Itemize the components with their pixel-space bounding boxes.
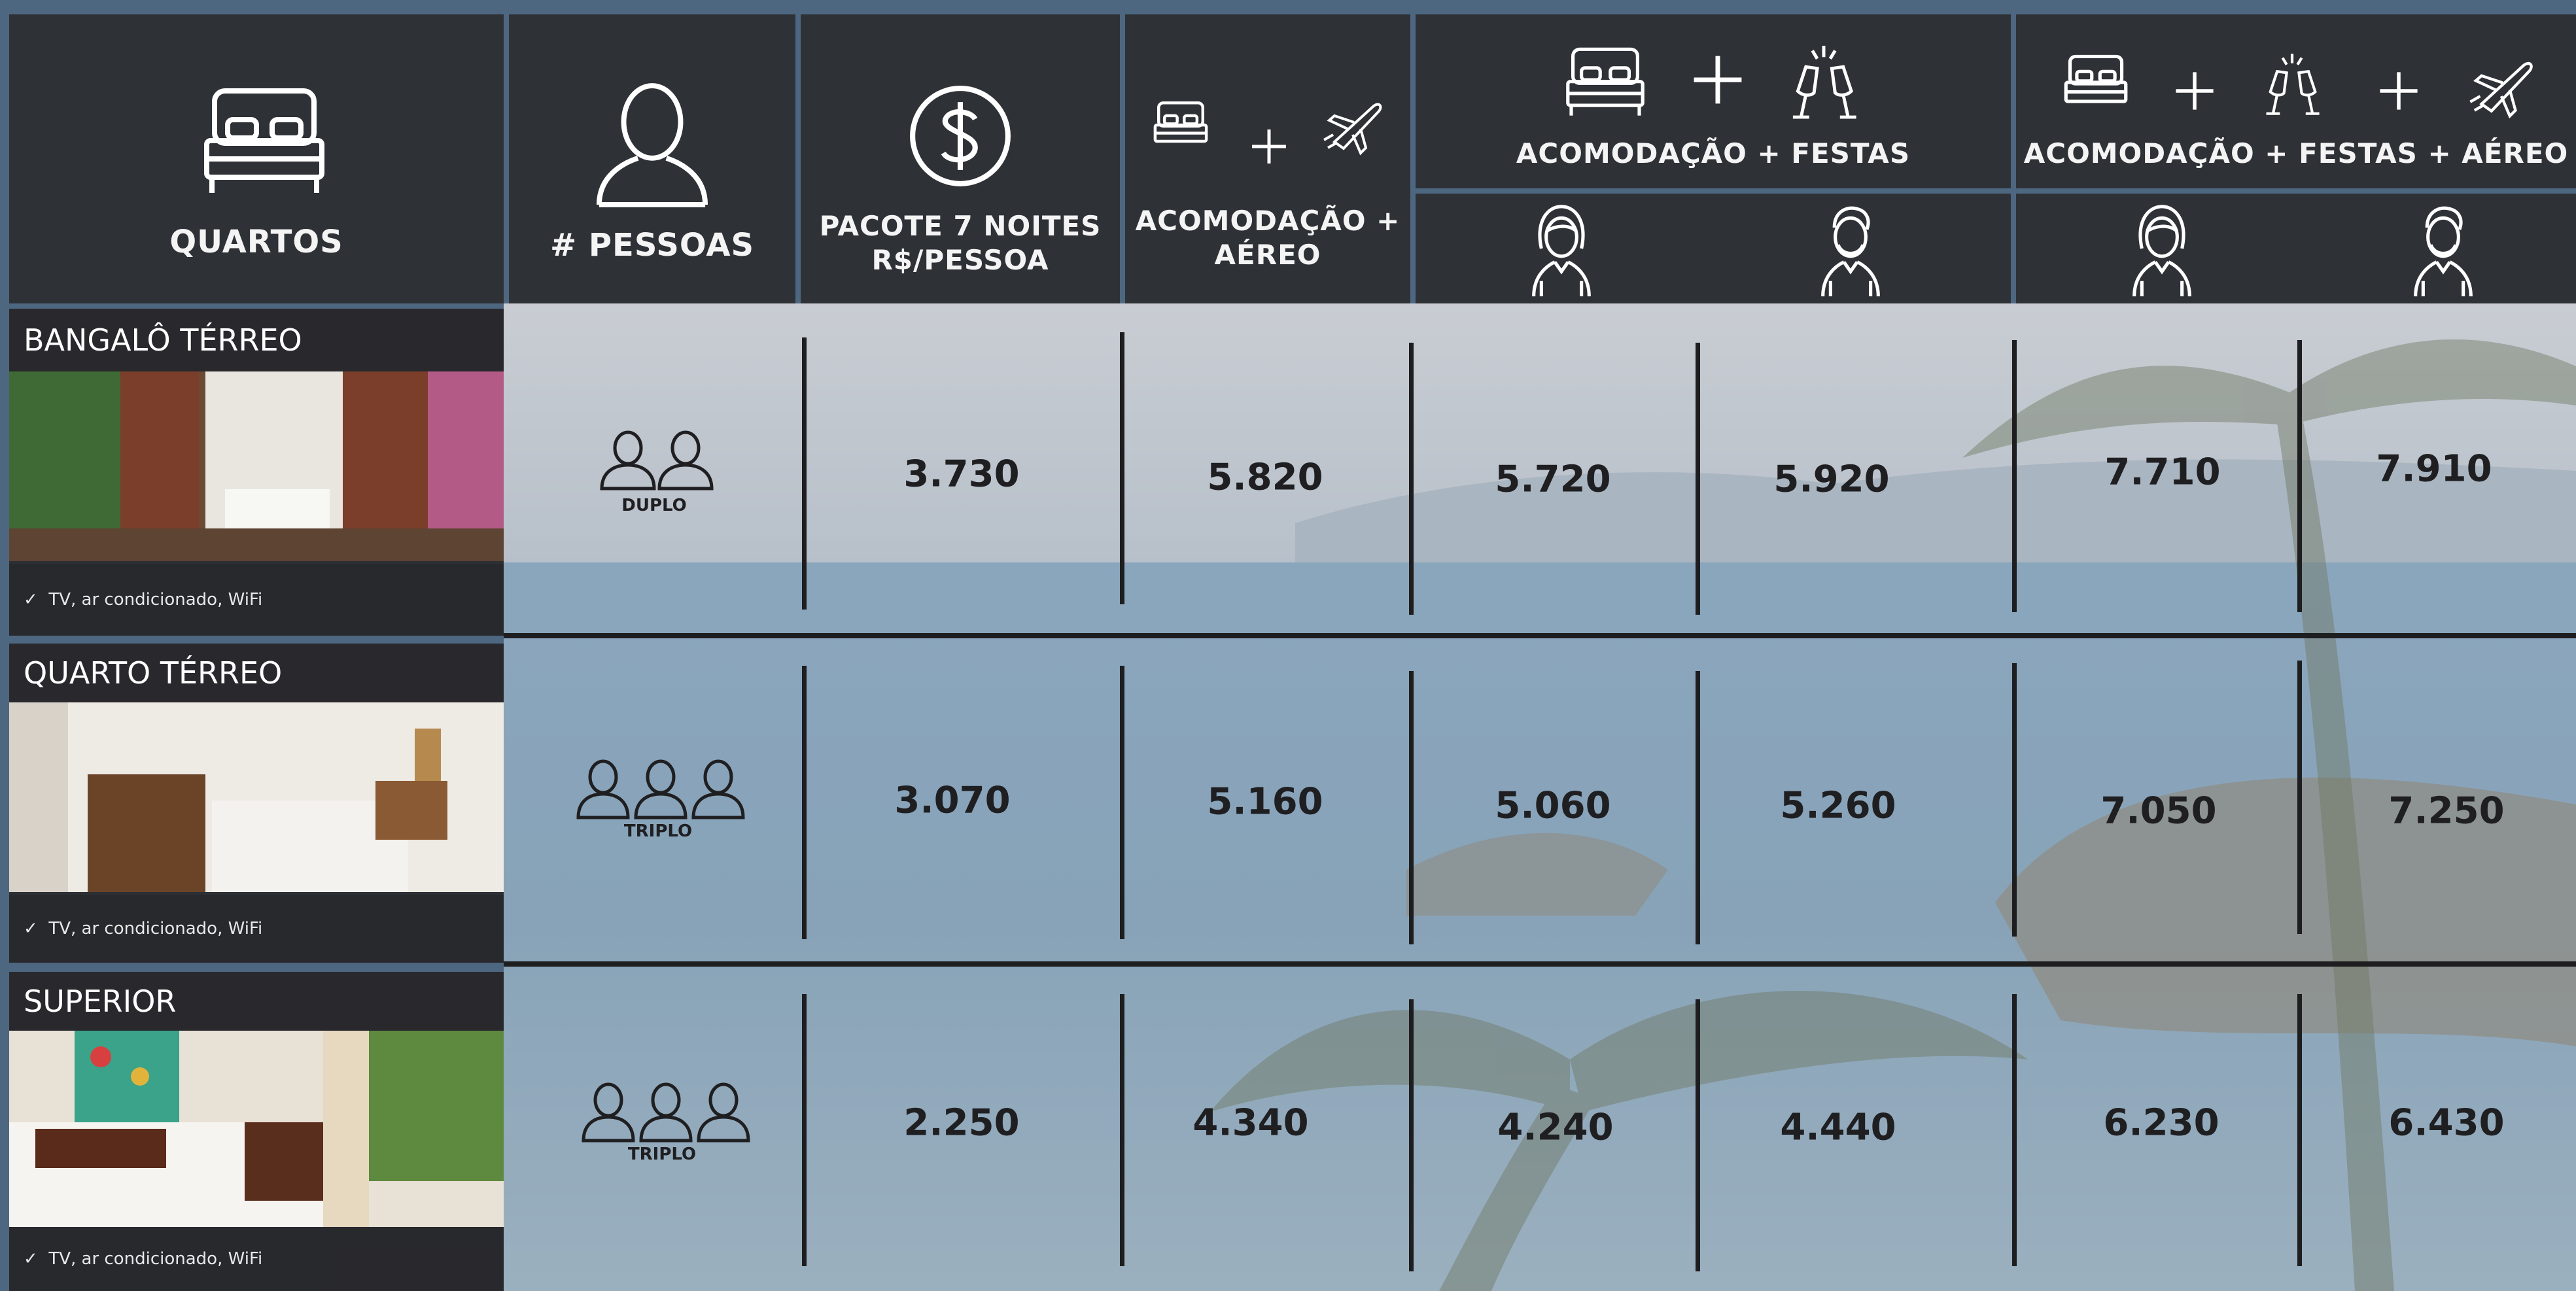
airplane-icon <box>2467 51 2538 122</box>
price-festas-man: 4.440 <box>1780 1106 1896 1149</box>
price-festas-woman: 5.720 <box>1495 458 1611 501</box>
column-divider <box>1696 671 1700 944</box>
column-divider <box>2012 663 2017 937</box>
column-divider <box>802 337 807 610</box>
header-acom-festas-aereo-label: ACOMODAÇÃO + FESTAS + AÉREO <box>2023 137 2569 169</box>
price-acom-aereo: 4.340 <box>1192 1101 1309 1145</box>
column-divider <box>2297 340 2302 612</box>
room-card-superior[interactable]: SUPERIOR ✓ TV, ar condicionado, WiFi <box>9 972 504 1291</box>
man-icon <box>1816 203 1885 298</box>
occupancy-label: TRIPLO <box>623 821 693 841</box>
column-divider <box>1696 999 1700 1271</box>
price-pacote: 2.250 <box>903 1101 1020 1145</box>
price-festas-woman: 4.240 <box>1497 1106 1614 1149</box>
subheader-festas-aereo <box>2016 194 2576 303</box>
row-divider <box>504 961 2576 967</box>
bed-icon <box>2062 52 2130 114</box>
header-acom-festas-aereo: ACOMODAÇÃO + FESTAS + AÉREO <box>2016 14 2576 188</box>
room-photo <box>9 1031 504 1227</box>
header-pessoas: # PESSOAS <box>509 14 795 303</box>
plus-icon <box>2377 69 2420 112</box>
room-amenities: ✓ TV, ar condicionado, WiFi <box>9 895 504 963</box>
price-festas-aereo-man: 6.430 <box>2388 1101 2505 1145</box>
header-acom-festas-label: ACOMODAÇÃO + FESTAS <box>1516 137 1911 169</box>
people-trio-icon <box>574 757 747 820</box>
subheader-festas <box>1416 194 2011 303</box>
column-divider <box>1409 999 1414 1271</box>
dollar-circle-icon <box>907 83 1013 189</box>
row-divider <box>504 633 2576 638</box>
column-divider <box>2012 994 2017 1266</box>
room-title: SUPERIOR <box>9 972 504 1031</box>
price-festas-aereo-woman: 6.230 <box>2103 1101 2219 1145</box>
price-festas-man: 5.920 <box>1773 458 1890 501</box>
woman-icon <box>2127 203 2197 298</box>
room-card-bangalo[interactable]: BANGALÔ TÉRREO ✓ TV, ar condicionado, Wi… <box>9 309 504 636</box>
column-divider <box>2012 340 2017 612</box>
airplane-icon <box>1321 93 1387 158</box>
plus-icon <box>1690 52 1745 107</box>
price-pacote: 3.730 <box>903 453 1020 496</box>
price-festas-aereo-woman: 7.710 <box>2104 451 2221 494</box>
column-divider <box>802 994 807 1266</box>
price-festas-aereo-man: 7.250 <box>2388 789 2505 833</box>
room-amenities: ✓ TV, ar condicionado, WiFi <box>9 564 504 636</box>
man-icon <box>2409 203 2478 298</box>
column-divider <box>802 666 807 939</box>
people-duo-icon <box>597 428 717 491</box>
bed-icon <box>199 83 330 201</box>
occupancy-label: TRIPLO <box>627 1145 697 1164</box>
header-acom-festas: ACOMODAÇÃO + FESTAS <box>1416 14 2011 188</box>
header-pacote: PACOTE 7 NOITES R$/PESSOA <box>801 14 1120 303</box>
bed-icon <box>1151 99 1210 152</box>
room-amenities: ✓ TV, ar condicionado, WiFi <box>9 1227 504 1291</box>
room-photo <box>9 371 504 561</box>
header-quartos-label: QUARTOS <box>169 224 343 260</box>
price-acom-aereo: 5.160 <box>1207 780 1323 823</box>
price-pacote: 3.070 <box>894 779 1011 822</box>
column-divider <box>2297 994 2302 1266</box>
price-festas-aereo-woman: 7.050 <box>2100 789 2217 833</box>
room-title: QUARTO TÉRREO <box>9 644 504 702</box>
price-festas-man: 5.260 <box>1780 784 1896 827</box>
room-amenities-text: TV, ar condicionado, WiFi <box>48 919 263 938</box>
header-pessoas-label: # PESSOAS <box>549 227 755 264</box>
room-card-quarto-terreo[interactable]: QUARTO TÉRREO ✓ TV, ar condicionado, WiF… <box>9 644 504 963</box>
header-acom-aereo-line2: AÉREO <box>1214 239 1321 271</box>
plus-icon <box>2173 69 2216 112</box>
header-quartos: QUARTOS <box>9 14 504 303</box>
column-divider <box>1696 343 1700 615</box>
champagne-icon <box>1783 41 1864 126</box>
room-title: BANGALÔ TÉRREO <box>9 309 504 371</box>
column-divider <box>1409 343 1414 615</box>
column-divider <box>1120 666 1124 939</box>
room-amenities-text: TV, ar condicionado, WiFi <box>48 590 263 610</box>
plus-icon <box>1249 127 1289 166</box>
bed-icon <box>1563 44 1648 121</box>
header-acom-aereo: ACOMODAÇÃO + AÉREO <box>1125 14 1410 303</box>
occupancy-label: DUPLO <box>621 496 687 515</box>
column-divider <box>1409 671 1414 944</box>
column-divider <box>1120 994 1124 1266</box>
woman-icon <box>1527 203 1596 298</box>
header-acom-aereo-label: ACOMODAÇÃO + AÉREO <box>1125 204 1410 272</box>
column-divider <box>2297 661 2302 934</box>
header-pacote-line1: PACOTE 7 NOITES <box>819 210 1102 242</box>
room-amenities-text: TV, ar condicionado, WiFi <box>48 1249 263 1269</box>
price-acom-aereo: 5.820 <box>1207 456 1323 499</box>
person-icon <box>594 80 710 211</box>
champagne-icon <box>2258 47 2326 123</box>
price-festas-woman: 5.060 <box>1495 784 1611 827</box>
header-pacote-label: PACOTE 7 NOITES R$/PESSOA <box>801 209 1120 277</box>
column-divider <box>1120 332 1124 604</box>
price-festas-aereo-man: 7.910 <box>2376 447 2492 491</box>
header-acom-aereo-line1: ACOMODAÇÃO + <box>1135 205 1401 237</box>
people-trio-icon <box>580 1080 752 1143</box>
room-photo <box>9 702 504 892</box>
header-pacote-line2: R$/PESSOA <box>871 244 1049 276</box>
